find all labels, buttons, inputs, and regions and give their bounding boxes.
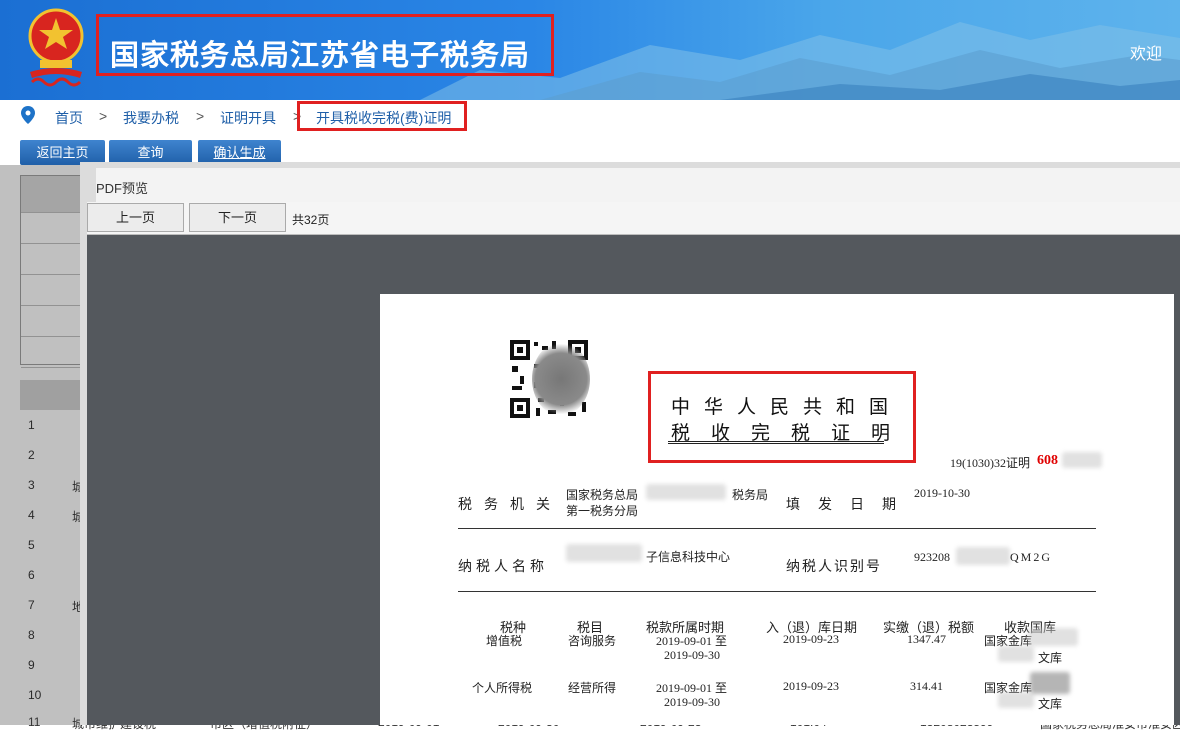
redaction	[566, 544, 642, 562]
welcome-text: 欢迎	[1130, 46, 1163, 63]
tax-emblem-icon	[28, 8, 84, 87]
taxpayer-id-prefix: 923208	[914, 550, 950, 564]
total-pages: 共32页	[292, 213, 330, 227]
breadcrumb-home[interactable]: 首页	[55, 108, 83, 128]
certificate-serial: 608	[1037, 453, 1058, 468]
breadcrumb-current[interactable]: 开具税收完税(费)证明	[316, 108, 451, 128]
issue-date-value: 2019-10-30	[914, 486, 970, 500]
breadcrumb: 首页 > 我要办税 > 证明开具 > 开具税收完税(费)证明	[0, 100, 1180, 132]
taxpayer-id-label: 纳税人识别号	[786, 560, 882, 575]
redaction	[646, 484, 726, 500]
tax-authority-branch: 第一税务分局	[566, 504, 639, 518]
certificate-number: 19(1030)32证明	[950, 456, 1030, 470]
taxpayer-name-value: 子信息科技中心	[646, 550, 731, 564]
taxpayer-name-label: 纳税人名称	[458, 560, 548, 575]
pdf-pager: 上一页 下一页 共32页	[87, 202, 1180, 235]
qr-redaction	[532, 342, 590, 416]
breadcrumb-tax-services[interactable]: 我要办税	[123, 108, 179, 128]
tax-authority-value-tail: 税务局	[732, 488, 769, 502]
redaction	[1062, 452, 1102, 468]
certificate-title-line1: 中华人民共和国	[671, 397, 903, 418]
site-header: 国家税务总局江苏省电子税务局 欢迎	[0, 0, 1180, 100]
taxpayer-id-suffix: QM2G	[1010, 550, 1053, 564]
pdf-dialog-title: PDF预览	[96, 181, 149, 196]
location-pin-icon	[21, 106, 35, 124]
breadcrumb-certificates[interactable]: 证明开具	[220, 108, 276, 128]
next-page-button[interactable]: 下一页	[189, 203, 286, 232]
tax-authority-value: 国家税务总局	[566, 488, 639, 502]
tax-authority-label: 税务机关	[458, 498, 562, 513]
prev-page-button[interactable]: 上一页	[87, 203, 184, 232]
breadcrumb-separator: >	[99, 108, 108, 124]
title-underline	[668, 441, 884, 444]
redaction	[956, 547, 1010, 565]
pdf-page: 中华人民共和国 税收完税证明 19(1030)32证明 608 税务机关 国家税…	[380, 294, 1174, 725]
issue-date-label: 填发日期	[786, 498, 914, 513]
pdf-dialog-titlebar: PDF预览	[96, 168, 1180, 203]
site-title: 国家税务总局江苏省电子税务局	[110, 38, 531, 72]
divider	[458, 591, 1096, 592]
breadcrumb-separator: >	[196, 108, 205, 124]
divider	[458, 528, 1096, 529]
